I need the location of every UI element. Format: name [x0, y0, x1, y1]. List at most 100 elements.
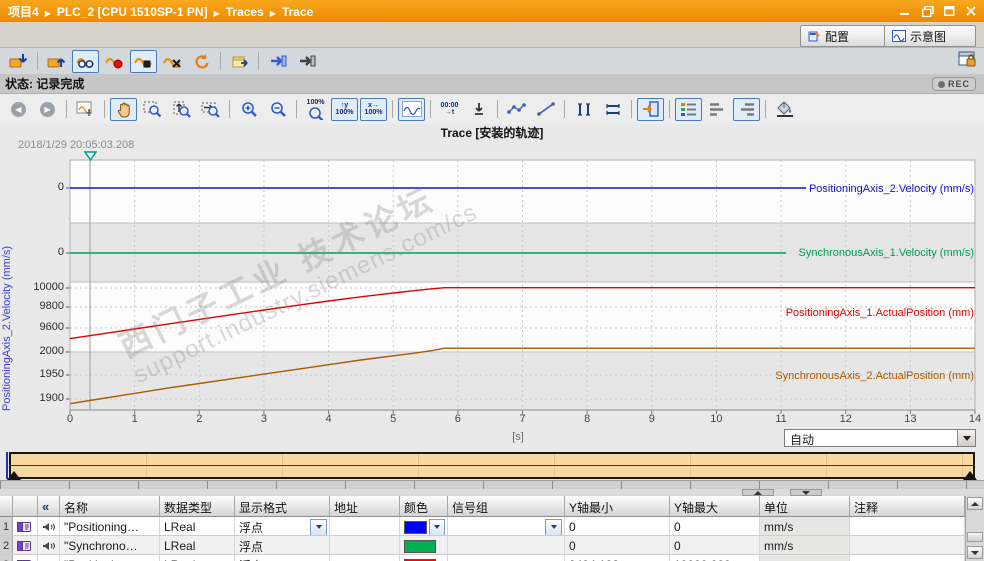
zoom-in-icon[interactable]	[235, 98, 262, 121]
background-color-icon[interactable]	[771, 98, 798, 121]
breadcrumb-item[interactable]: 项目4	[8, 5, 39, 19]
column-header[interactable]: Y轴最大	[670, 496, 760, 517]
stop-recording-icon[interactable]	[130, 49, 157, 73]
time-range-mode-select[interactable]: 自动	[784, 429, 976, 447]
snap-to-samples-icon[interactable]	[637, 97, 664, 121]
zoom-selection-horizontal-icon[interactable]	[197, 98, 224, 121]
breadcrumb-item[interactable]: PLC_2 [CPU 1510SP-1 PN]	[57, 5, 208, 19]
address-cell[interactable]	[330, 555, 400, 561]
import-measurement-icon[interactable]	[264, 50, 291, 73]
data-type-cell[interactable]: LReal	[160, 517, 235, 535]
undo-view-icon[interactable]: ◀	[5, 98, 32, 121]
color-swatch[interactable]	[404, 539, 436, 553]
comment-cell[interactable]	[850, 555, 965, 561]
time-axis-format-icon[interactable]: 00:00 →t	[436, 98, 463, 121]
scroll-up-button[interactable]	[967, 497, 983, 510]
signal-row[interactable]: 2 "Synchrono… LReal 浮点 0 0 mm/s	[0, 536, 984, 555]
signal-group-cell[interactable]	[448, 555, 565, 561]
column-header[interactable]: 名称	[60, 496, 160, 517]
signal-row[interactable]: 1 "Positioning… LReal 浮点 0 0 mm/s	[0, 517, 984, 536]
unit-cell[interactable]: mm/s	[760, 517, 850, 535]
breadcrumb-item[interactable]: Traces	[226, 5, 264, 19]
transfer-trace-to-device-icon[interactable]	[5, 50, 32, 73]
data-type-cell[interactable]: LReal	[160, 555, 235, 561]
column-header[interactable]: 地址	[330, 496, 400, 517]
y-min-cell[interactable]: 0	[565, 517, 670, 535]
column-header[interactable]: 数据类型	[160, 496, 235, 517]
display-format-cell[interactable]: 浮点	[235, 555, 330, 561]
add-to-measurements-icon[interactable]	[226, 50, 253, 73]
legend-left-icon[interactable]	[704, 98, 731, 121]
unit-cell[interactable]: mm/s	[760, 536, 850, 554]
signal-group-dropdown[interactable]	[545, 518, 562, 535]
signal-name-cell[interactable]: "Synchrono…	[60, 536, 160, 554]
data-type-cell[interactable]: LReal	[160, 536, 235, 554]
column-header[interactable]: 单位	[760, 496, 850, 517]
range-handle-right[interactable]	[963, 471, 977, 480]
transfer-trace-from-device-icon[interactable]	[43, 50, 70, 73]
y-scale-100-icon[interactable]: ↑y 100%	[331, 97, 358, 121]
display-format-dropdown[interactable]	[310, 518, 327, 535]
overview-window-icon[interactable]	[72, 98, 99, 121]
repeat-measurement-icon[interactable]	[188, 50, 215, 73]
y-max-cell[interactable]: 10000.000	[670, 555, 760, 561]
comment-cell[interactable]	[850, 536, 965, 554]
deactivate-recording-icon[interactable]	[159, 50, 186, 73]
y-min-cell[interactable]: 9494.193	[565, 555, 670, 561]
tab-diagram[interactable]: 示意图	[884, 25, 976, 47]
plot-area[interactable]	[70, 160, 975, 410]
zoom-selection-icon[interactable]	[139, 98, 166, 121]
color-cell[interactable]	[400, 555, 448, 561]
vertical-cursors-icon[interactable]	[570, 98, 597, 121]
show-legend-icon[interactable]	[675, 97, 702, 121]
keep-window-icon[interactable]	[958, 50, 978, 68]
show-samples-icon[interactable]	[503, 98, 530, 121]
signal-group-cell[interactable]	[448, 517, 565, 535]
address-cell[interactable]	[330, 536, 400, 554]
time-range-dropdown-button[interactable]	[957, 430, 975, 446]
color-swatch[interactable]	[404, 520, 427, 534]
monitor-trace-icon[interactable]	[72, 49, 99, 73]
activate-recording-icon[interactable]	[101, 50, 128, 73]
tab-configuration[interactable]: 配置	[800, 25, 890, 47]
zoom-100-icon[interactable]: 100%	[302, 98, 329, 121]
y-max-cell[interactable]: 0	[670, 517, 760, 535]
signal-name-cell[interactable]: "Positioning…	[60, 555, 160, 561]
x-scale-100-icon[interactable]: x→ 100%	[360, 97, 387, 121]
column-header[interactable]: 显示格式	[235, 496, 330, 517]
y-max-cell[interactable]: 0	[670, 536, 760, 554]
time-download-icon[interactable]	[465, 98, 492, 121]
column-header[interactable]: 信号组	[448, 496, 565, 517]
color-cell[interactable]	[400, 536, 448, 554]
table-vertical-scrollbar[interactable]	[965, 496, 984, 561]
zoom-selection-vertical-icon[interactable]	[168, 98, 195, 121]
redo-view-icon[interactable]: ▶	[34, 98, 61, 121]
maximize-button[interactable]	[943, 6, 956, 17]
signal-name-cell[interactable]: "Positioning…	[60, 517, 160, 535]
column-header[interactable]: Y轴最小	[565, 496, 670, 517]
close-button[interactable]	[965, 6, 978, 17]
comment-cell[interactable]	[850, 517, 965, 535]
interpolation-icon[interactable]	[532, 98, 559, 121]
display-curves-icon[interactable]	[398, 97, 425, 121]
horizontal-cursors-icon[interactable]	[599, 98, 626, 121]
address-cell[interactable]	[330, 517, 400, 535]
export-measurement-icon[interactable]	[293, 50, 320, 73]
color-cell[interactable]	[400, 517, 448, 535]
display-format-cell[interactable]: 浮点	[235, 536, 330, 554]
scroll-thumb[interactable]	[967, 532, 983, 542]
restore-button[interactable]	[921, 5, 934, 17]
splitter-expand-down-button[interactable]	[790, 489, 822, 496]
breadcrumb-item[interactable]: Trace	[282, 5, 313, 19]
column-header[interactable]: 颜色	[400, 496, 448, 517]
y-min-cell[interactable]: 0	[565, 536, 670, 554]
signal-group-cell[interactable]	[448, 536, 565, 554]
overview-range-selector[interactable]	[6, 452, 978, 480]
legend-right-icon[interactable]	[733, 97, 760, 121]
scroll-down-button[interactable]	[967, 546, 983, 559]
zoom-out-icon[interactable]	[264, 98, 291, 121]
display-format-cell[interactable]: 浮点	[235, 517, 330, 535]
range-handle-left[interactable]	[7, 471, 21, 480]
panel-splitter[interactable]	[0, 489, 984, 496]
color-dropdown[interactable]	[428, 518, 445, 535]
